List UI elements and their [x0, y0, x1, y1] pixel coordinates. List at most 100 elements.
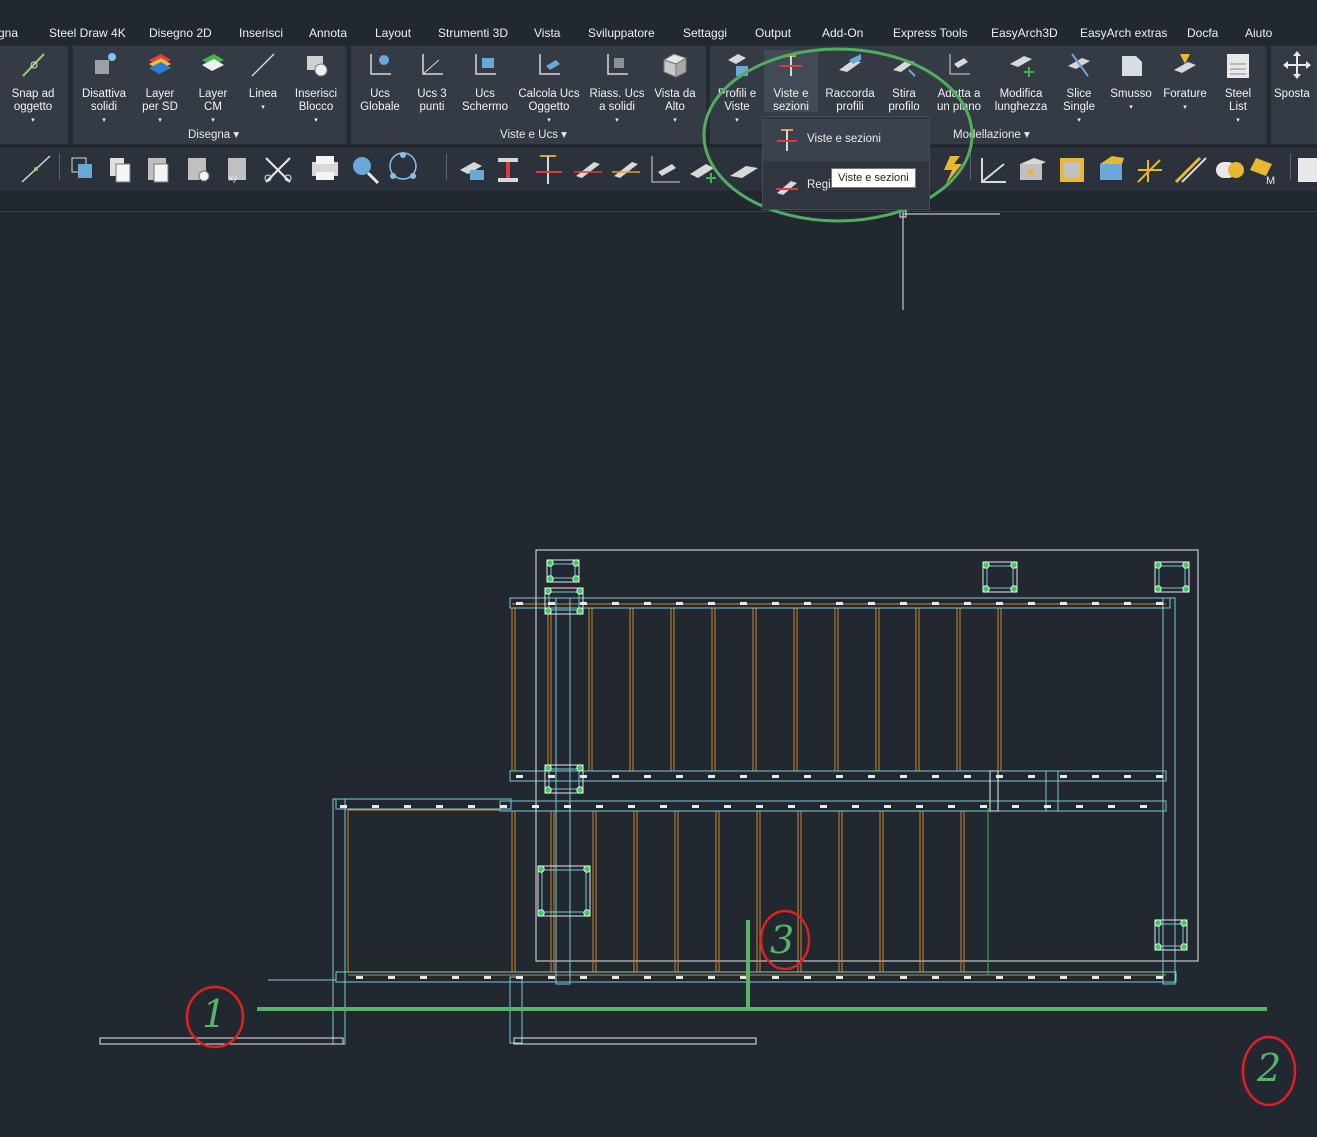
anchor-bolt [544, 587, 552, 595]
anchor-bolt [537, 865, 545, 873]
bolt [356, 976, 363, 979]
bolt [548, 775, 555, 778]
anchor-bolt [982, 585, 990, 593]
bolt [1140, 805, 1147, 808]
section-line [257, 808, 1267, 1011]
bolt [404, 805, 411, 808]
bolt [612, 602, 619, 605]
anchor-bolt [1010, 585, 1018, 593]
anchor-bolt [544, 607, 552, 615]
bolt [708, 775, 715, 778]
bolt [340, 805, 347, 808]
tooltip: Viste e sezioni [831, 168, 916, 188]
bolt [484, 976, 491, 979]
bolt [1124, 775, 1131, 778]
bolt [676, 602, 683, 605]
bolt [372, 805, 379, 808]
beams-group [332, 597, 1177, 1045]
bolt [1060, 976, 1067, 979]
bolt [580, 976, 587, 979]
slab-outline [535, 549, 1199, 962]
annotation-number-3: 3 [770, 918, 795, 962]
bolt [772, 976, 779, 979]
bolt [932, 976, 939, 979]
anchor-bolt [576, 786, 584, 794]
bolt [676, 976, 683, 979]
bolt [804, 602, 811, 605]
bolt [900, 602, 907, 605]
bolt [852, 805, 859, 808]
bolt [1060, 775, 1067, 778]
bolt [548, 602, 555, 605]
bolt [1124, 976, 1131, 979]
bolt [1044, 805, 1051, 808]
bolt [628, 805, 635, 808]
regions-sections-icon [776, 181, 798, 195]
bolt [708, 976, 715, 979]
bolt [596, 805, 603, 808]
anchor-bolt [537, 909, 545, 917]
bolt [932, 775, 939, 778]
bolt [660, 805, 667, 808]
bolt [980, 805, 987, 808]
bolt [996, 602, 1003, 605]
bolt [804, 775, 811, 778]
bolt [868, 775, 875, 778]
bolt [916, 805, 923, 808]
bolt [868, 602, 875, 605]
bolt [708, 602, 715, 605]
bolt [644, 976, 651, 979]
bolt [516, 976, 523, 979]
annotation-number-2: 2 [1257, 1046, 1282, 1090]
connection-plate [1158, 565, 1186, 589]
bolt [388, 976, 395, 979]
bolt [740, 775, 747, 778]
bolt [580, 775, 587, 778]
connection-plate [537, 865, 591, 917]
bolt [740, 976, 747, 979]
bolt [564, 805, 571, 808]
bolt [1028, 775, 1035, 778]
bolt [1076, 805, 1083, 808]
bolt [1060, 602, 1067, 605]
connection-plate [548, 591, 580, 611]
bolt [676, 775, 683, 778]
bolt [820, 805, 827, 808]
bolt [1124, 602, 1131, 605]
anchor-bolt [546, 559, 554, 567]
bolt [964, 775, 971, 778]
dropdown-item-viste-sezioni[interactable]: Viste e sezioni [763, 119, 929, 161]
bolt [1156, 775, 1163, 778]
bolt [900, 775, 907, 778]
connection-plate [986, 565, 1014, 589]
crosshair-cursor [899, 210, 1000, 310]
bolts-group [340, 602, 1163, 979]
bolt [516, 602, 523, 605]
bolt [948, 805, 955, 808]
bolt [1092, 602, 1099, 605]
bolt [516, 775, 523, 778]
bolt [500, 805, 507, 808]
anchor-bolt [572, 559, 580, 567]
anchor-bolt [1182, 585, 1190, 593]
anchor-bolt [1180, 919, 1188, 927]
bolt [740, 602, 747, 605]
bolt [804, 976, 811, 979]
anchor-bolt [576, 607, 584, 615]
annotation-number-1: 1 [202, 992, 227, 1036]
bolt [900, 976, 907, 979]
bolt [644, 775, 651, 778]
bolt [1028, 602, 1035, 605]
bolt [788, 805, 795, 808]
drawing-canvas[interactable] [0, 0, 1317, 1137]
bolt [836, 775, 843, 778]
anchor-bolt [546, 575, 554, 583]
anchor-bolt [1154, 943, 1162, 951]
bolt [436, 805, 443, 808]
bolt [836, 976, 843, 979]
bolt [468, 805, 475, 808]
joists-group [347, 603, 1166, 976]
bolt [996, 976, 1003, 979]
anchor-bolt [544, 764, 552, 772]
bolt [580, 602, 587, 605]
